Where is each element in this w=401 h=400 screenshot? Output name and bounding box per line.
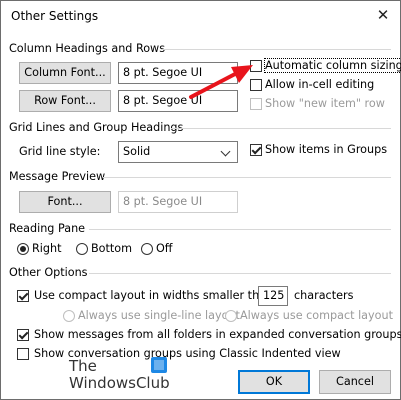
- section-divider: [89, 229, 391, 230]
- grid-line-style-value: Solid: [123, 145, 151, 158]
- section-grid-lines: Grid Lines and Group Headings: [9, 121, 184, 134]
- watermark-text-line2: WindowsClub: [69, 374, 170, 392]
- single-line-layout-label: Always use single-line layout: [78, 309, 240, 322]
- dialog-title: Other Settings: [11, 9, 99, 23]
- section-reading-pane: Reading Pane: [9, 222, 86, 235]
- show-all-folders-label[interactable]: Show messages from all folders in expand…: [34, 328, 401, 341]
- watermark-text-line1: The: [69, 357, 97, 375]
- close-icon[interactable]: ✕: [373, 6, 393, 24]
- reading-pane-right-label[interactable]: Right: [32, 242, 61, 255]
- ok-button[interactable]: OK: [238, 370, 310, 394]
- chevron-down-icon: [220, 146, 231, 157]
- always-compact-label: Always use compact layout: [240, 309, 393, 322]
- section-divider: [103, 177, 391, 178]
- reading-pane-off-label[interactable]: Off: [156, 242, 173, 255]
- show-items-in-groups-checkbox[interactable]: [250, 144, 262, 156]
- section-other-options: Other Options: [9, 266, 88, 279]
- row-font-button[interactable]: Row Font...: [19, 90, 111, 112]
- show-all-folders-checkbox[interactable]: [17, 329, 29, 341]
- reading-pane-bottom-radio[interactable]: [76, 243, 88, 255]
- section-divider: [161, 49, 391, 50]
- preview-font-button[interactable]: Font...: [19, 191, 111, 213]
- compact-layout-label[interactable]: Use compact layout in widths smaller tha…: [34, 289, 273, 302]
- column-font-button[interactable]: Column Font...: [19, 62, 111, 84]
- classic-indented-checkbox[interactable]: [17, 348, 29, 360]
- windowsclub-logo-icon: [151, 357, 167, 373]
- show-new-item-row-label: Show "new item" row: [265, 97, 385, 110]
- section-column-headings: Column Headings and Rows: [9, 42, 166, 55]
- grid-line-style-label: Grid line style:: [19, 145, 101, 158]
- other-settings-dialog: Other Settings ✕ Column Headings and Row…: [0, 0, 401, 400]
- preview-font-value: 8 pt. Segoe UI: [118, 191, 238, 213]
- grid-line-style-dropdown[interactable]: Solid: [118, 141, 238, 163]
- section-divider: [89, 273, 391, 274]
- section-divider: [171, 128, 391, 129]
- section-message-preview: Message Preview: [9, 170, 106, 183]
- compact-width-units: characters: [294, 289, 354, 302]
- show-items-in-groups-label[interactable]: Show items in Groups: [265, 143, 387, 156]
- compact-layout-checkbox[interactable]: [17, 290, 29, 302]
- auto-column-sizing-label[interactable]: Automatic column sizing: [264, 58, 401, 73]
- reading-pane-bottom-label[interactable]: Bottom: [91, 242, 132, 255]
- reading-pane-right-radio[interactable]: [17, 243, 29, 255]
- always-compact-radio: [225, 310, 237, 322]
- allow-incell-editing-label[interactable]: Allow in-cell editing: [265, 78, 374, 91]
- compact-width-input[interactable]: 125: [258, 286, 288, 306]
- reading-pane-off-radio[interactable]: [141, 243, 153, 255]
- annotation-arrow-icon: [189, 65, 253, 99]
- cancel-button[interactable]: Cancel: [319, 370, 391, 394]
- single-line-layout-radio: [63, 310, 75, 322]
